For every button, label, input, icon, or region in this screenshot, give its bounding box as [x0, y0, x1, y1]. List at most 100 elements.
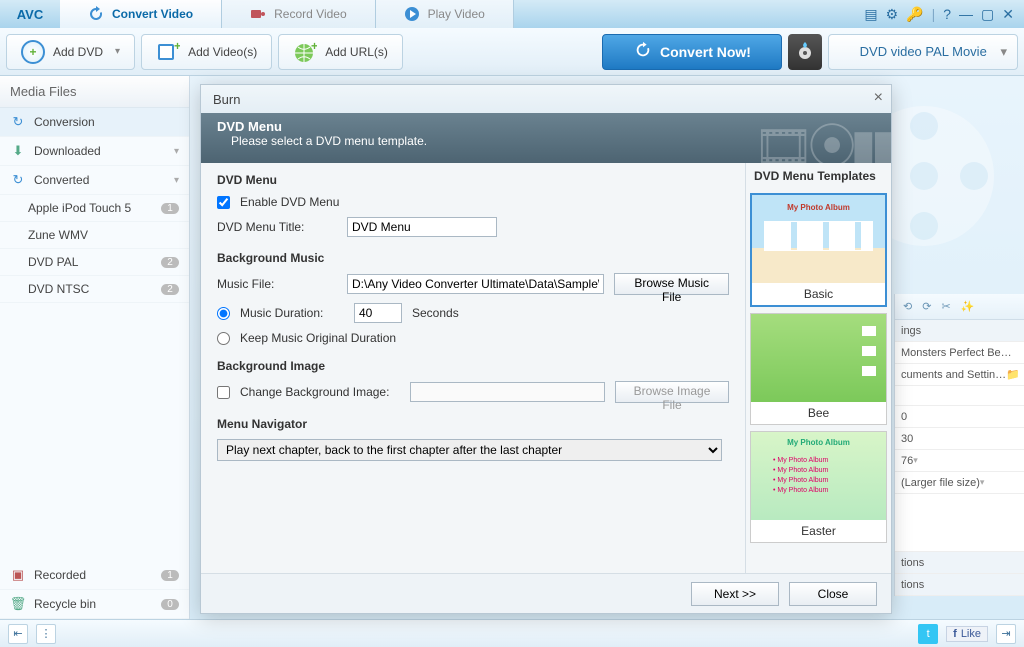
panel-row[interactable]: tions — [895, 574, 1024, 596]
conversion-icon: ↻ — [10, 114, 26, 130]
dvd-menu-title-input[interactable] — [347, 217, 497, 237]
dialog-title: Burn — [213, 92, 240, 107]
facebook-icon: f — [953, 628, 957, 640]
panel-row[interactable]: cuments and Settin…📁 — [895, 364, 1024, 386]
enable-dvd-menu-checkbox[interactable] — [217, 196, 230, 209]
tab-label: Convert Video — [112, 7, 193, 21]
panel-row[interactable]: (Larger file size) — [895, 472, 1024, 494]
music-duration-radio[interactable] — [217, 307, 230, 320]
rotate-icon[interactable]: ⟲ — [903, 300, 912, 313]
tab-label: Play Video — [428, 7, 485, 21]
template-easter[interactable]: Easter — [750, 431, 887, 543]
rotate-icon[interactable]: ⟳ — [922, 300, 931, 313]
template-basic[interactable]: Basic — [750, 193, 887, 307]
tab-play-video[interactable]: Play Video — [376, 0, 514, 28]
panel-toggle-left[interactable]: ⇤ — [8, 624, 28, 644]
banner-decoration: 🎞⦿▮▮ — [753, 113, 891, 163]
burn-icon — [795, 40, 815, 63]
close-window-icon[interactable]: ✕ — [1002, 6, 1014, 23]
browse-music-button[interactable]: Browse Music File — [614, 273, 729, 295]
sidebar-item-converted[interactable]: ↻ Converted ▾ — [0, 166, 189, 195]
tab-label: Record Video — [274, 7, 347, 21]
facebook-like-button[interactable]: f Like — [946, 626, 988, 642]
converted-icon: ↻ — [10, 172, 26, 188]
sidebar-item-downloaded[interactable]: ⬇ Downloaded ▾ — [0, 137, 189, 166]
burn-dialog: Burn × DVD Menu Please select a DVD menu… — [200, 84, 892, 614]
music-file-input[interactable] — [347, 274, 604, 294]
cut-icon[interactable]: ✂ — [941, 300, 950, 313]
sidebar-item-label: Conversion — [34, 115, 95, 129]
sidebar-item-conversion[interactable]: ↻ Conversion — [0, 108, 189, 137]
template-bee[interactable]: Bee — [750, 313, 887, 425]
panel-toggle-right[interactable]: ⇥ — [996, 624, 1016, 644]
disc-plus-icon: + — [21, 40, 45, 64]
count-badge: 2 — [161, 284, 179, 295]
dialog-form: DVD Menu Enable DVD Menu DVD Menu Title:… — [201, 163, 745, 573]
sidebar-sub-dvd-pal[interactable]: DVD PAL 2 — [0, 249, 189, 276]
svg-text:+: + — [311, 40, 317, 53]
add-videos-button[interactable]: + Add Video(s) — [141, 34, 272, 70]
trash-icon: 🗑 — [10, 596, 26, 612]
checkbox-label: Enable DVD Menu — [240, 195, 339, 209]
dialog-close-button[interactable]: × — [874, 89, 883, 107]
gear-icon[interactable]: ⚙ — [886, 6, 899, 23]
panel-toggle[interactable]: ⋮ — [36, 624, 56, 644]
sidebar-item-recorded[interactable]: ▣ Recorded 1 — [0, 561, 189, 590]
panel-row[interactable]: Monsters Perfect Be… — [895, 342, 1024, 364]
help-icon[interactable]: ? — [943, 6, 951, 22]
music-duration-input[interactable] — [354, 303, 402, 323]
add-dvd-button[interactable]: + Add DVD — [6, 34, 135, 70]
template-name: Basic — [752, 283, 885, 305]
effects-icon[interactable]: ✨ — [961, 300, 975, 313]
panel-row[interactable]: 30 — [895, 428, 1024, 450]
section-heading: Background Music — [217, 251, 729, 265]
dialog-banner: DVD Menu Please select a DVD menu templa… — [201, 113, 891, 163]
field-label: DVD Menu Title: — [217, 220, 337, 234]
next-button[interactable]: Next >> — [691, 582, 779, 606]
count-badge: 1 — [161, 203, 179, 214]
minimize-icon[interactable]: — — [959, 6, 973, 22]
change-background-checkbox[interactable] — [217, 386, 230, 399]
panel-row[interactable]: 0 — [895, 406, 1024, 428]
sidebar-item-recycle-bin[interactable]: 🗑 Recycle bin 0 — [0, 590, 189, 619]
record-icon — [250, 6, 266, 22]
sidebar-item-label: DVD NTSC — [28, 282, 89, 296]
section-heading: Background Image — [217, 359, 729, 373]
button-label: Add Video(s) — [188, 45, 257, 59]
tab-convert-video[interactable]: Convert Video — [60, 0, 222, 28]
sidebar-item-label: Downloaded — [34, 144, 101, 158]
unit-label: Seconds — [412, 306, 459, 320]
menu-navigator-select[interactable]: Play next chapter, back to the first cha… — [217, 439, 722, 461]
close-button[interactable]: Close — [789, 582, 877, 606]
tab-record-video[interactable]: Record Video — [222, 0, 376, 28]
profile-label: DVD video PAL Movie — [860, 44, 987, 59]
menu-icon[interactable]: ▤ — [864, 6, 877, 23]
app-logo: AVC — [0, 0, 60, 28]
field-label: Music File: — [217, 277, 337, 291]
sidebar-sub-ipod[interactable]: Apple iPod Touch 5 1 — [0, 195, 189, 222]
convert-icon — [634, 41, 652, 62]
add-urls-button[interactable]: + Add URL(s) — [278, 34, 403, 70]
templates-list[interactable]: Basic Bee Easter — [746, 189, 891, 573]
section-heading: DVD Menu — [217, 173, 729, 187]
folder-icon[interactable]: 📁 — [1006, 368, 1020, 381]
twitter-icon[interactable]: t — [918, 624, 938, 644]
edit-toolbar: ⟲ ⟳ ✂ ✨ — [895, 294, 1024, 320]
template-thumbnail — [751, 314, 886, 402]
sidebar-sub-dvd-ntsc[interactable]: DVD NTSC 2 — [0, 276, 189, 303]
convert-now-button[interactable]: Convert Now! — [602, 34, 782, 70]
key-icon[interactable]: 🔑 — [906, 6, 923, 23]
section-heading: Menu Navigator — [217, 417, 729, 431]
refresh-icon — [88, 6, 104, 22]
template-thumbnail — [751, 432, 886, 520]
sidebar-item-label: Recycle bin — [34, 597, 96, 611]
panel-row[interactable]: tions — [895, 552, 1024, 574]
sidebar-sub-zune[interactable]: Zune WMV — [0, 222, 189, 249]
sidebar-item-label: Converted — [34, 173, 89, 187]
output-profile-dropdown[interactable]: DVD video PAL Movie — [828, 34, 1018, 70]
maximize-icon[interactable]: ▢ — [981, 6, 994, 23]
like-label: Like — [961, 628, 981, 640]
panel-row[interactable]: 76 — [895, 450, 1024, 472]
burn-button[interactable] — [788, 34, 822, 70]
keep-original-duration-radio[interactable] — [217, 332, 230, 345]
